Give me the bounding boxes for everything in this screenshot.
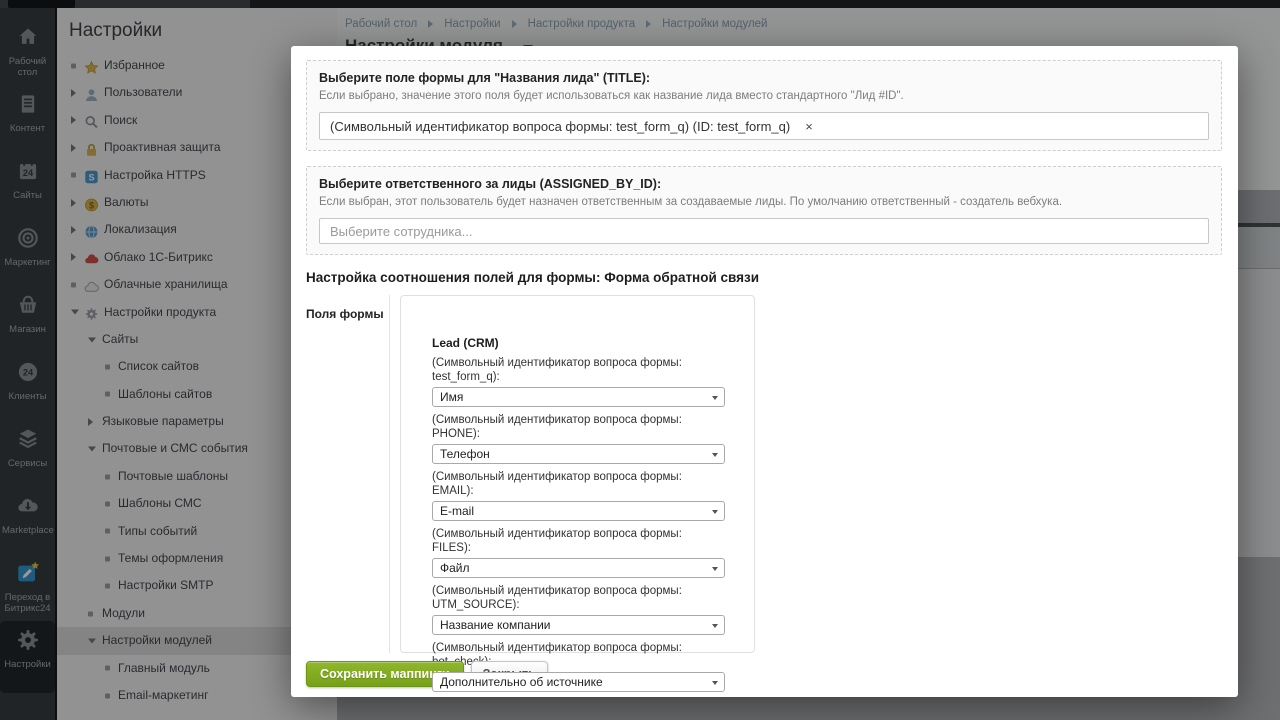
- mapping-field-group: (Символьный идентификатор вопроса формы:…: [432, 356, 724, 407]
- lead-title-section: Выберите поле формы для "Названия лида" …: [306, 60, 1222, 151]
- form-fields-label: Поля формы: [306, 307, 389, 321]
- mapping-field-label: (Символьный идентификатор вопроса формы:…: [432, 413, 724, 441]
- chevron-down-icon: [712, 624, 718, 628]
- mapping-field-label: (Символьный идентификатор вопроса формы:…: [432, 527, 724, 555]
- assigned-by-label: Выберите ответственного за лиды (ASSIGNE…: [319, 177, 1209, 192]
- mapping-field-groups: (Символьный идентификатор вопроса формы:…: [432, 356, 724, 692]
- mapping-field-group: (Символьный идентификатор вопроса формы:…: [432, 527, 724, 578]
- remove-tag-icon[interactable]: ×: [805, 120, 813, 133]
- mapping-fields-box: Lead (CRM) (Символьный идентификатор воп…: [400, 295, 755, 653]
- assigned-by-section: Выберите ответственного за лиды (ASSIGNE…: [306, 166, 1222, 255]
- lead-title-label: Выберите поле формы для "Названия лида" …: [319, 71, 1209, 86]
- mapping-field-select[interactable]: Название компании: [432, 615, 725, 635]
- mapping-field-value: Имя: [440, 390, 463, 404]
- chevron-down-icon: [712, 396, 718, 400]
- mapping-field-value: Дополнительно об источнике: [440, 675, 603, 689]
- chevron-down-icon: [712, 510, 718, 514]
- mapping-field-value: Телефон: [440, 447, 490, 461]
- mapping-left-column: Поля формы: [306, 295, 390, 653]
- mapping-field-value: Название компании: [440, 618, 550, 632]
- mapping-field-group: (Символьный идентификатор вопроса формы:…: [432, 584, 724, 635]
- chevron-down-icon: [712, 567, 718, 571]
- mapping-field-label: (Символьный идентификатор вопроса формы:…: [432, 470, 724, 498]
- mapping-field-group: (Символьный идентификатор вопроса формы:…: [432, 470, 724, 521]
- mapping-field-select[interactable]: Дополнительно об источнике: [432, 672, 725, 692]
- employee-select-input[interactable]: [319, 218, 1209, 244]
- chevron-down-icon: [712, 681, 718, 685]
- mapping-field-select[interactable]: E-mail: [432, 501, 725, 521]
- mapping-field-select[interactable]: Файл: [432, 558, 725, 578]
- mapping-field-value: E-mail: [440, 504, 474, 518]
- lead-title-field-value: (Символьный идентификатор вопроса формы:…: [330, 119, 790, 134]
- mapping-field-group: (Символьный идентификатор вопроса формы:…: [432, 413, 724, 464]
- mapping-area: Поля формы Lead (CRM) (Символьный иденти…: [306, 295, 1222, 653]
- mapping-field-select[interactable]: Телефон: [432, 444, 725, 464]
- lead-title-field-select[interactable]: (Символьный идентификатор вопроса формы:…: [319, 112, 1209, 140]
- chevron-down-icon: [712, 453, 718, 457]
- lead-title-description: Если выбрано, значение этого поля будет …: [319, 89, 1209, 103]
- mapping-field-label: (Символьный идентификатор вопроса формы:…: [432, 356, 724, 384]
- mapping-field-label: (Символьный идентификатор вопроса формы:…: [432, 584, 724, 612]
- mapping-field-select[interactable]: Имя: [432, 387, 725, 407]
- mapping-heading: Настройка соотношения полей для формы: Ф…: [306, 270, 1222, 286]
- screen: Рабочий столКонтент24СайтыМаркетингМагаз…: [0, 0, 1280, 720]
- assigned-by-description: Если выбран, этот пользователь будет наз…: [319, 195, 1209, 209]
- module-settings-modal: Выберите поле формы для "Названия лида" …: [291, 46, 1238, 697]
- mapping-field-value: Файл: [440, 561, 470, 575]
- lead-crm-group-title: Lead (CRM): [432, 336, 724, 350]
